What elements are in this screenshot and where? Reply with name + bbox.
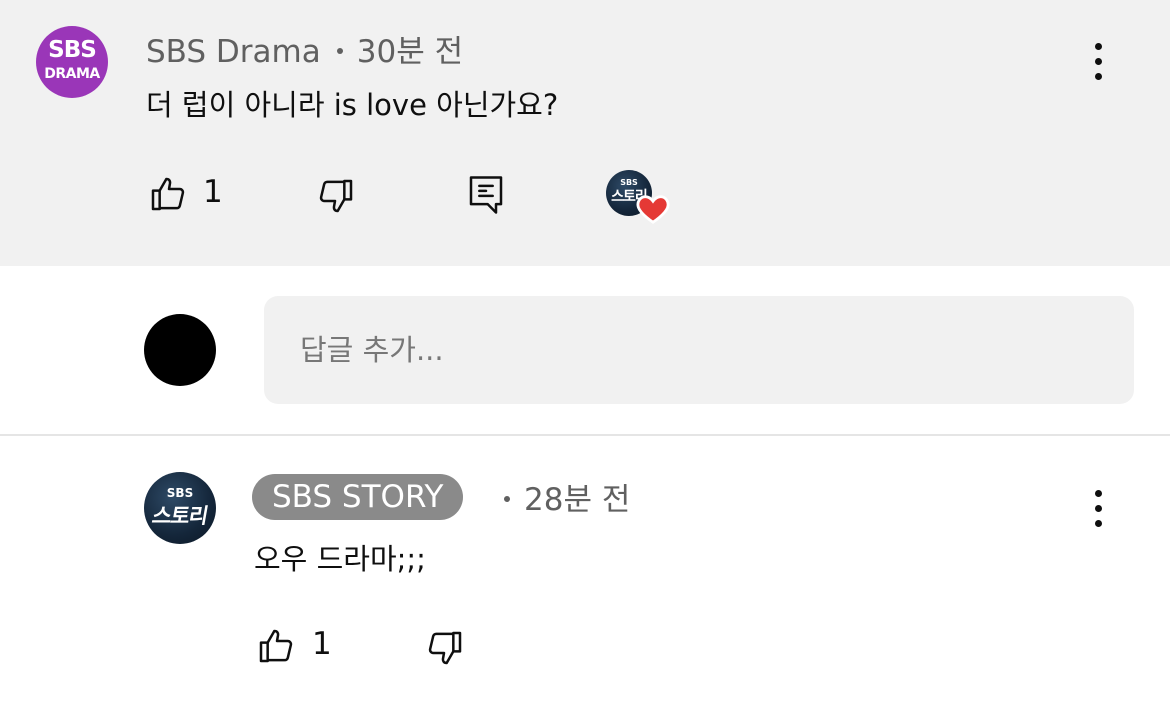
reply-input[interactable]	[264, 296, 1134, 404]
comment-time: 30분 전	[356, 34, 464, 70]
separator-dot	[336, 47, 343, 54]
comment-header: SBS Drama 30분 전	[146, 26, 463, 71]
comment-author: SBS STORY	[272, 479, 444, 515]
avatar-text-line1: SBS	[166, 486, 194, 500]
thumbs-down-icon	[319, 179, 353, 213]
more-options-button[interactable]	[1092, 43, 1102, 83]
author-avatar-sbs-story[interactable]: SBS 스토리	[144, 472, 216, 544]
avatar-text-line1: SBS	[48, 37, 97, 63]
more-options-button[interactable]	[1092, 490, 1102, 530]
reply-button[interactable]	[466, 174, 506, 216]
avatar-text-line2: DRAMA	[44, 66, 100, 82]
separator-dot	[504, 495, 510, 502]
divider	[0, 434, 1170, 436]
like-count: 1	[203, 174, 223, 210]
creator-author-pill[interactable]: SBS STORY	[252, 474, 464, 520]
like-count: 1	[312, 626, 332, 662]
creator-heart-badge: SBS 스토리	[606, 170, 670, 226]
current-user-avatar	[144, 314, 216, 386]
thumbs-up-icon	[259, 629, 293, 663]
like-button[interactable]	[256, 626, 296, 666]
comment-text: 오우 드라마;;;	[254, 542, 426, 576]
author-avatar-sbs-drama[interactable]: SBS DRAMA	[36, 26, 108, 98]
reply-icon	[469, 176, 503, 214]
dislike-button[interactable]	[316, 176, 356, 216]
heart-icon	[636, 195, 670, 224]
comment-text: 더 럽이 아니라 is love 아닌가요?	[146, 88, 559, 122]
comment-author[interactable]: SBS Drama	[146, 34, 321, 70]
thumbs-down-icon	[428, 631, 462, 665]
like-button[interactable]	[148, 174, 188, 214]
avatar-text-line2: 스토리	[150, 504, 210, 528]
comment-time: 28분 전	[524, 482, 631, 518]
thumbs-up-icon	[151, 177, 185, 211]
comment-time-wrap: 28분 전	[498, 474, 630, 519]
dislike-button[interactable]	[425, 628, 465, 668]
